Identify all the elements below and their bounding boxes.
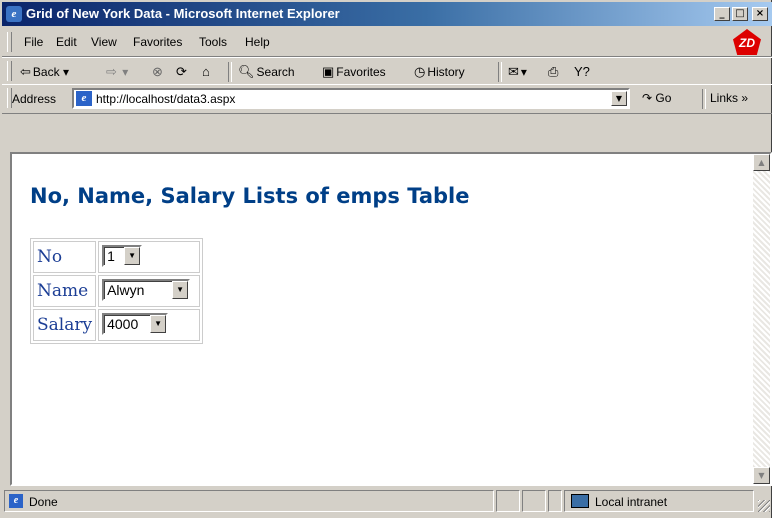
table-row: No 1 ▼	[33, 241, 201, 273]
print-button[interactable]: ⎙	[548, 64, 560, 80]
address-dropdown-icon[interactable]: ▼	[611, 91, 627, 106]
refresh-button[interactable]: ⟳	[176, 64, 189, 80]
menu-edit[interactable]: Edit	[56, 35, 77, 49]
print-icon: ⎙	[548, 64, 559, 79]
status-pane-empty	[548, 490, 562, 512]
table-cell: No	[33, 241, 97, 273]
table-row: Salary 4000 ▼	[33, 309, 201, 341]
table-cell: 4000 ▼	[98, 309, 201, 341]
back-arrow-icon: ⇦	[20, 64, 31, 79]
emps-table: No 1 ▼ Name Alwyn ▼ Salary 4000 ▼	[30, 238, 204, 344]
toolbar-separator	[498, 62, 502, 82]
favorites-button[interactable]: ▣ Favorites	[322, 64, 386, 80]
menu-view[interactable]: View	[91, 35, 117, 49]
close-button[interactable]: ×	[752, 7, 768, 21]
chevron-down-icon[interactable]: ▼	[124, 246, 141, 265]
status-pane-empty	[522, 490, 546, 512]
salary-select[interactable]: 4000 ▼	[102, 312, 169, 335]
minimize-button[interactable]: _	[714, 7, 730, 21]
forward-dropdown-icon: ▾	[122, 65, 129, 79]
go-button[interactable]: ↷ Go	[642, 91, 671, 105]
messenger-button[interactable]: Y?	[574, 64, 592, 79]
no-select[interactable]: 1 ▼	[102, 244, 143, 267]
back-dropdown-icon: ▾	[62, 65, 69, 79]
table-cell: Alwyn ▼	[98, 275, 201, 307]
menu-file[interactable]: File	[24, 35, 43, 49]
status-pane-empty	[496, 490, 520, 512]
menubar-grip[interactable]	[7, 32, 12, 52]
name-select[interactable]: Alwyn ▼	[102, 278, 191, 301]
window-title: Grid of New York Data - Microsoft Intern…	[26, 6, 340, 21]
stop-icon: ⊗	[152, 64, 163, 79]
browser-window: e Grid of New York Data - Microsoft Inte…	[0, 0, 772, 518]
zone-pane: Local intranet	[564, 490, 754, 512]
vertical-scrollbar[interactable]: ▲ ▼	[753, 154, 770, 484]
address-label: Address	[12, 92, 57, 106]
menu-favorites[interactable]: Favorites	[133, 35, 182, 49]
title-bar[interactable]: e Grid of New York Data - Microsoft Inte…	[2, 2, 772, 26]
forward-button[interactable]: ⇨ ▾	[106, 64, 128, 80]
mail-icon: ✉︎	[508, 64, 519, 79]
mail-dropdown-icon: ▾	[520, 65, 527, 79]
address-url[interactable]: http://localhost/data3.aspx	[96, 92, 235, 106]
maximize-button[interactable]: □	[732, 7, 748, 21]
ie-logo-icon: e	[6, 6, 22, 22]
content-frame: No, Name, Salary Lists of emps Table No …	[10, 152, 772, 486]
home-button[interactable]: ⌂	[202, 64, 212, 79]
refresh-icon: ⟳	[176, 64, 187, 79]
status-bar: e Done Local intranet	[2, 488, 772, 516]
menu-tools[interactable]: Tools	[199, 35, 227, 49]
chevron-down-icon[interactable]: ▼	[150, 314, 167, 333]
zone-text: Local intranet	[595, 495, 668, 509]
links-button[interactable]: Links »	[710, 91, 748, 105]
scroll-up-icon[interactable]: ▲	[753, 154, 770, 171]
mail-button[interactable]: ✉︎ ▾	[508, 64, 527, 80]
brand-logo: ZD	[728, 29, 766, 55]
table-row: Name Alwyn ▼	[33, 275, 201, 307]
favorites-icon: ▣	[322, 64, 335, 79]
salary-label: Salary	[37, 315, 93, 335]
name-label: Name	[37, 281, 89, 301]
resize-grip-icon[interactable]	[758, 500, 770, 512]
status-text: Done	[29, 495, 58, 509]
address-toolbar: Address e http://localhost/data3.aspx ▼ …	[2, 84, 772, 114]
back-button[interactable]: ⇦ Back ▾	[20, 64, 69, 80]
page-done-icon: e	[9, 494, 23, 508]
toolbar-separator	[228, 62, 232, 82]
go-arrow-icon: ↷	[642, 91, 653, 105]
no-select-value: 1	[107, 247, 115, 264]
page-heading: No, Name, Salary Lists of emps Table	[30, 184, 470, 208]
messenger-icon: Y?	[574, 64, 590, 79]
salary-select-value: 4000	[107, 315, 139, 332]
chevron-down-icon[interactable]: ▼	[172, 280, 189, 299]
standard-toolbar: ⇦ Back ▾ ⇨ ▾ ⊗ ⟳ ⌂ 🔍︎ Search ▣ Favorites ◷ H…	[2, 57, 772, 85]
toolbar-separator	[702, 89, 706, 109]
table-cell: 1 ▼	[98, 241, 201, 273]
table-cell: Name	[33, 275, 97, 307]
menu-bar: File Edit View Favorites Tools Help ZD	[2, 28, 772, 57]
address-input[interactable]: e http://localhost/data3.aspx ▼	[72, 88, 630, 109]
home-icon: ⌂	[202, 64, 210, 79]
search-button[interactable]: 🔍︎ Search	[238, 64, 295, 80]
menu-help[interactable]: Help	[245, 35, 270, 49]
stop-button[interactable]: ⊗	[152, 64, 165, 80]
status-pane: e Done	[4, 490, 494, 512]
local-intranet-icon	[571, 494, 589, 508]
scroll-down-icon[interactable]: ▼	[753, 467, 770, 484]
toolbar-grip[interactable]	[7, 61, 12, 81]
page-body: No, Name, Salary Lists of emps Table No …	[12, 154, 755, 484]
table-cell: Salary	[33, 309, 97, 341]
history-icon: ◷	[414, 64, 426, 79]
forward-arrow-icon: ⇨	[106, 64, 117, 79]
chevron-right-icon: »	[741, 91, 749, 105]
no-label: No	[37, 247, 63, 267]
page-icon: e	[76, 91, 92, 106]
history-button[interactable]: ◷ History	[414, 64, 465, 80]
search-icon: 🔍︎	[238, 64, 255, 79]
name-select-value: Alwyn	[107, 281, 145, 298]
